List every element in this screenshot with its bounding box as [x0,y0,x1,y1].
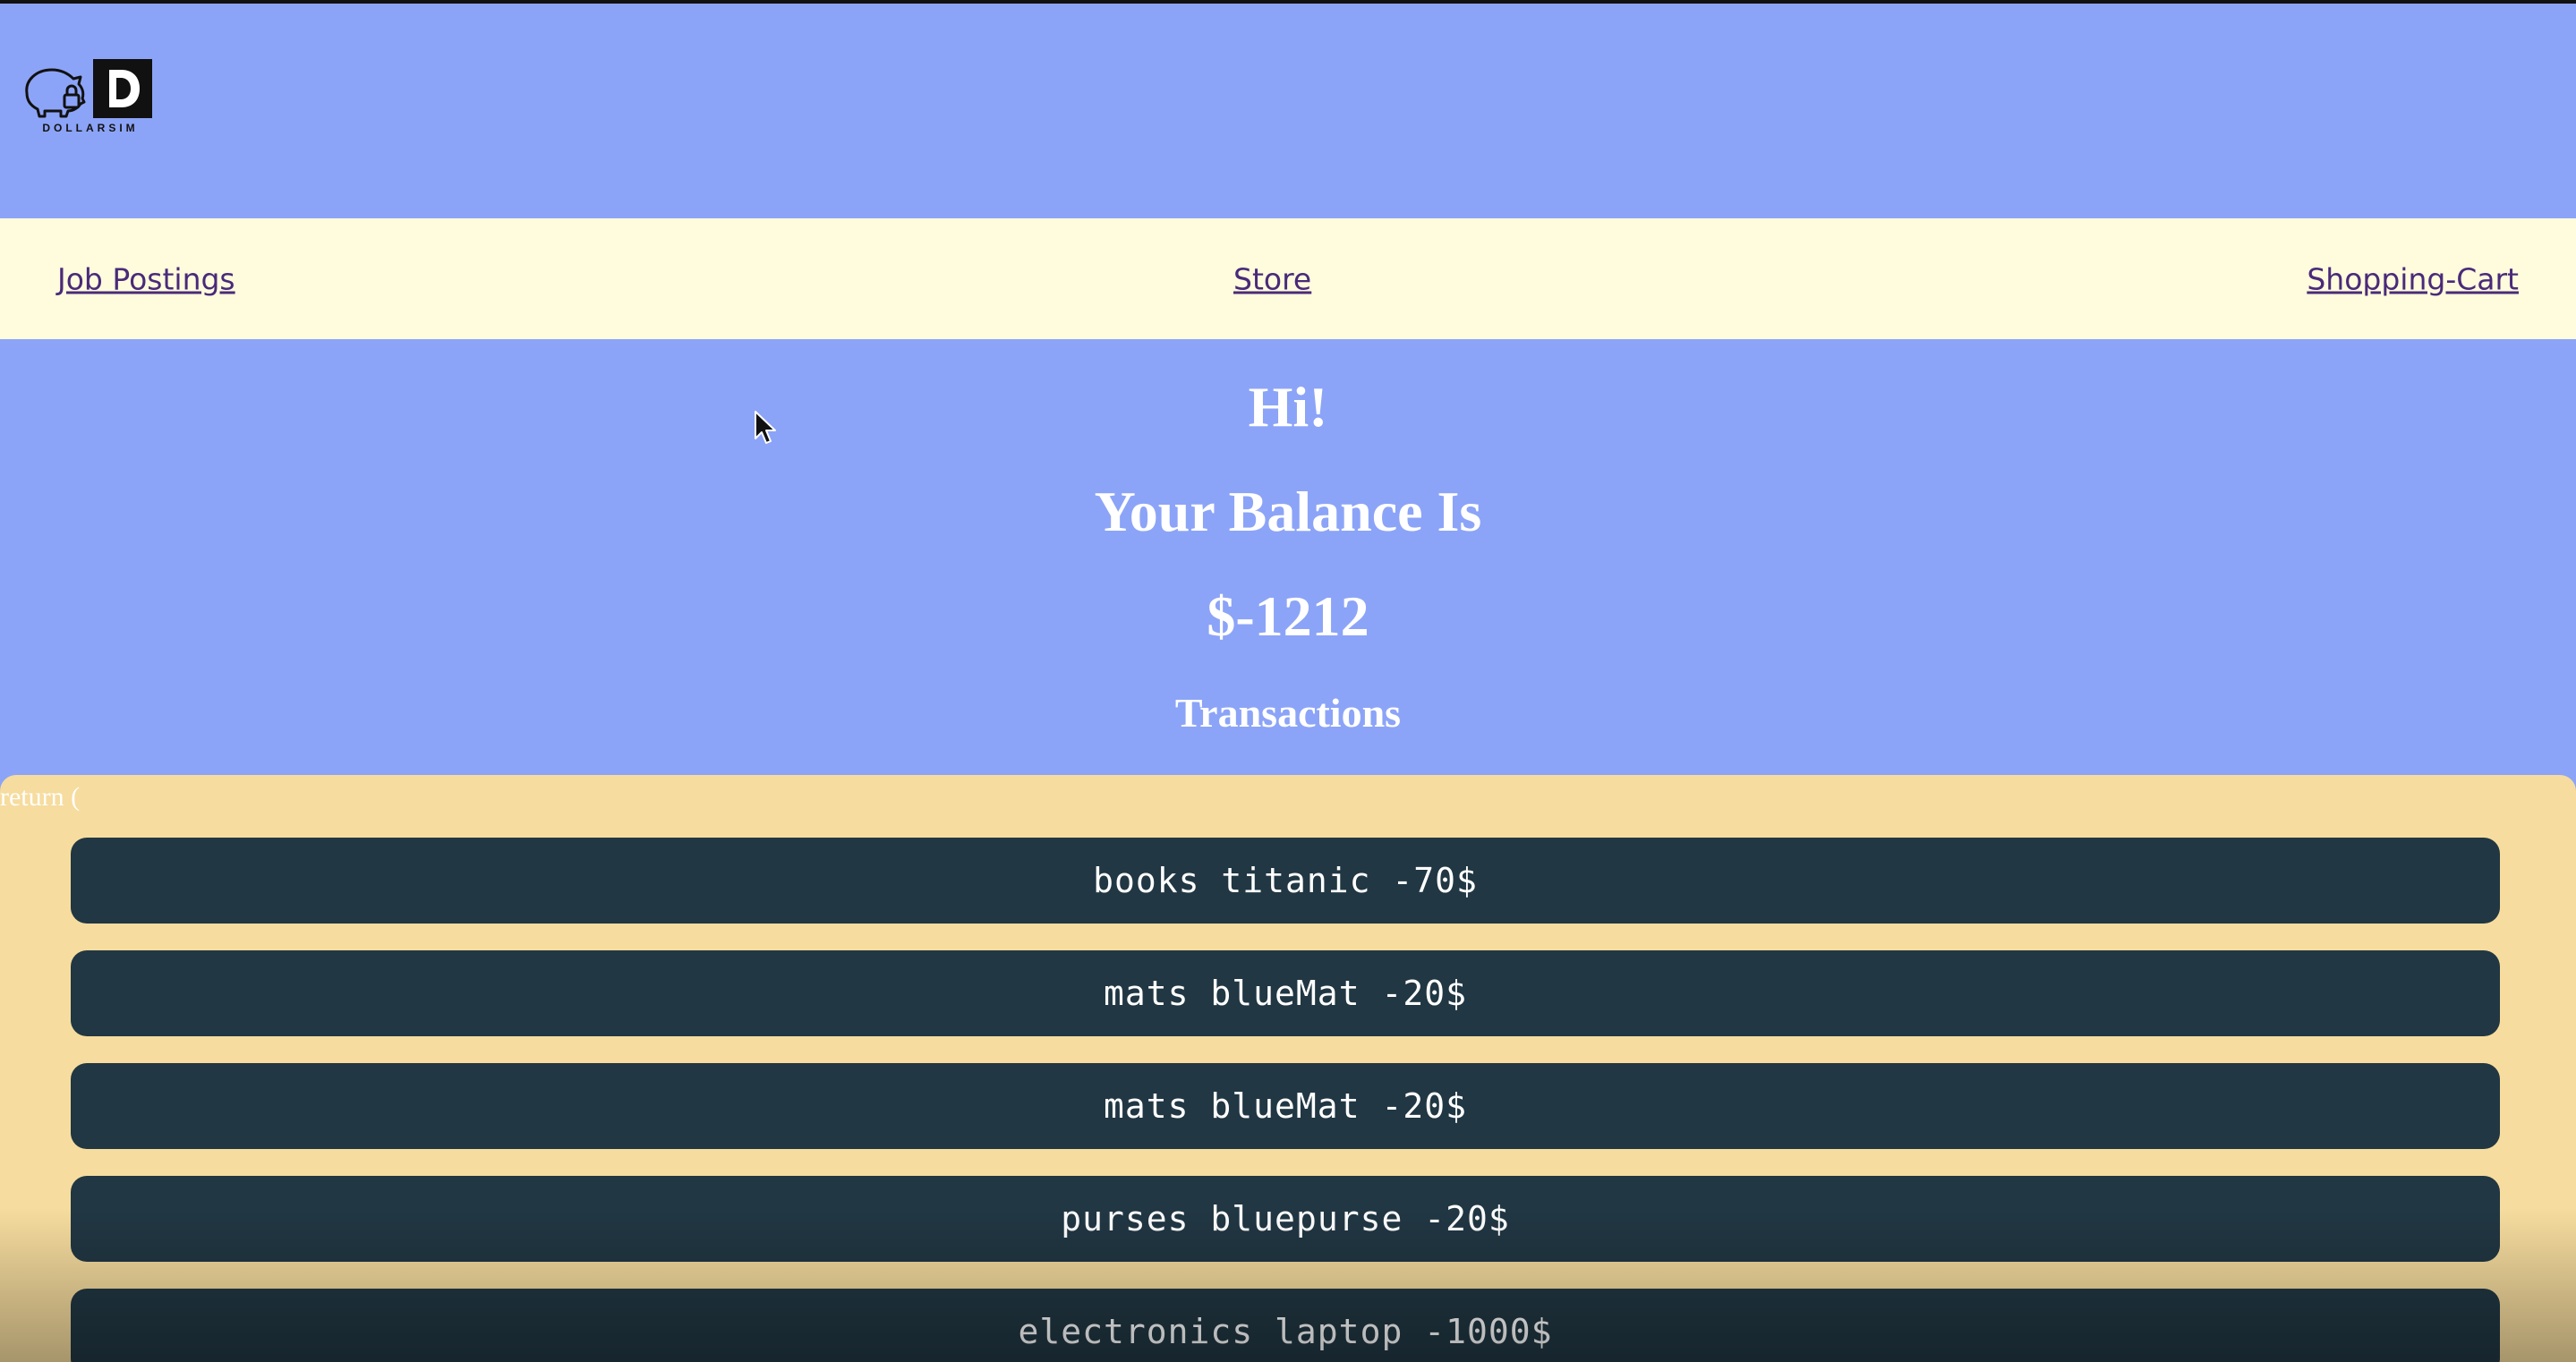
nav-link-shopping-cart[interactable]: Shopping-Cart [2307,261,2519,296]
top-nav: Job Postings Store Shopping-Cart [0,218,2576,339]
nav-link-store[interactable]: Store [1233,261,1311,296]
transaction-item: purses bluepurse -20$ [71,1176,2500,1262]
nav-link-job-postings[interactable]: Job Postings [57,261,235,296]
transactions-panel: return ( books titanic -70$ mats blueMat… [0,775,2576,1362]
header: DOLLARSIM [0,4,2576,218]
greeting-heading: Hi! [1248,375,1328,438]
transactions-heading: Transactions [1174,690,1402,736]
logo-text: DOLLARSIM [42,122,139,134]
app-window: DOLLARSIM Job Postings Store Shopping-Ca… [0,0,2576,1362]
code-fragment-text: return ( [0,782,81,812]
dollarsim-logo[interactable]: DOLLARSIM [21,54,156,143]
transaction-item: electronics laptop -1000$ [71,1289,2500,1362]
mouse-cursor-icon [755,411,776,444]
transaction-item: mats blueMat -20$ [71,1063,2500,1149]
piggy-bank-icon [25,59,152,118]
balance-label: Your Balance Is [1094,480,1482,543]
transaction-item: mats blueMat -20$ [71,950,2500,1036]
balance-value: $-1212 [1207,584,1369,648]
transaction-item: books titanic -70$ [71,838,2500,924]
